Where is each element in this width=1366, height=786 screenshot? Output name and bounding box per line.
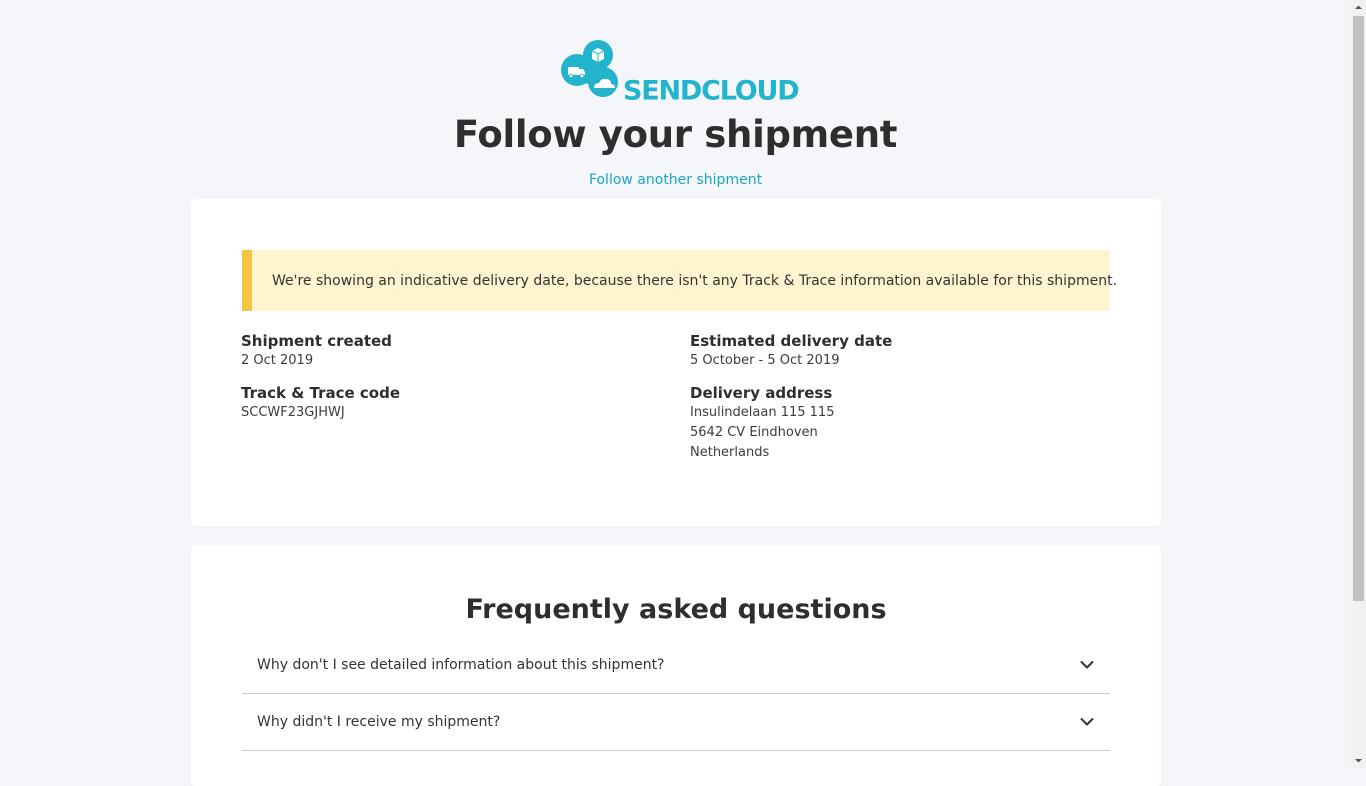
shipment-created-label: Shipment created <box>241 332 392 350</box>
follow-another-shipment-link[interactable]: Follow another shipment <box>0 172 1351 188</box>
address-line: Insulindelaan 115 115 <box>690 405 835 420</box>
faq-item[interactable]: Why didn't I receive my shipment? <box>242 694 1110 751</box>
address-line: Netherlands <box>690 445 770 460</box>
shipment-card: We're showing an indicative delivery dat… <box>191 199 1161 526</box>
sendcloud-logo[interactable]: SENDCLOUD <box>560 39 800 107</box>
estimated-delivery-label: Estimated delivery date <box>690 332 893 350</box>
scrollbar-thumb[interactable] <box>1353 16 1364 601</box>
scroll-down-arrow-icon[interactable] <box>1351 753 1366 768</box>
brand-name: SENDCLOUD <box>623 75 800 107</box>
faq-item[interactable]: Why don't I see detailed information abo… <box>242 637 1110 694</box>
shipment-created-value: 2 Oct 2019 <box>241 353 314 368</box>
tracking-code-block: Track & Trace code SCCWF23GJHWJ <box>241 383 400 423</box>
notice-text: We're showing an indicative delivery dat… <box>272 272 1118 289</box>
delivery-address-block: Delivery address Insulindelaan 115 115 5… <box>690 383 834 463</box>
page-title: Follow your shipment <box>453 113 898 156</box>
faq-card: Frequently asked questions Why don't I s… <box>191 546 1161 786</box>
address-line: 5642 CV Eindhoven <box>690 425 818 440</box>
tracking-page: SENDCLOUD Follow your shipment Follow an… <box>0 0 1351 786</box>
estimated-delivery-value: 5 October - 5 Oct 2019 <box>690 353 840 368</box>
faq-question: Why don't I see detailed information abo… <box>257 657 665 673</box>
estimated-delivery-block: Estimated delivery date 5 October - 5 Oc… <box>690 331 892 371</box>
delivery-address-label: Delivery address <box>690 384 833 402</box>
chevron-down-icon[interactable] <box>1080 718 1094 727</box>
faq-title: Frequently asked questions <box>465 594 887 625</box>
faq-question: Why didn't I receive my shipment? <box>257 714 501 730</box>
vertical-scrollbar[interactable] <box>1351 0 1366 768</box>
indicative-date-notice: We're showing an indicative delivery dat… <box>242 250 1117 311</box>
sendcloud-cloud-icon <box>561 40 618 97</box>
tracking-code-value: SCCWF23GJHWJ <box>241 405 345 420</box>
chevron-down-icon[interactable] <box>1080 661 1094 670</box>
scroll-up-arrow-icon[interactable] <box>1351 0 1366 15</box>
shipment-created-block: Shipment created 2 Oct 2019 <box>241 331 392 371</box>
tracking-code-label: Track & Trace code <box>241 384 400 402</box>
